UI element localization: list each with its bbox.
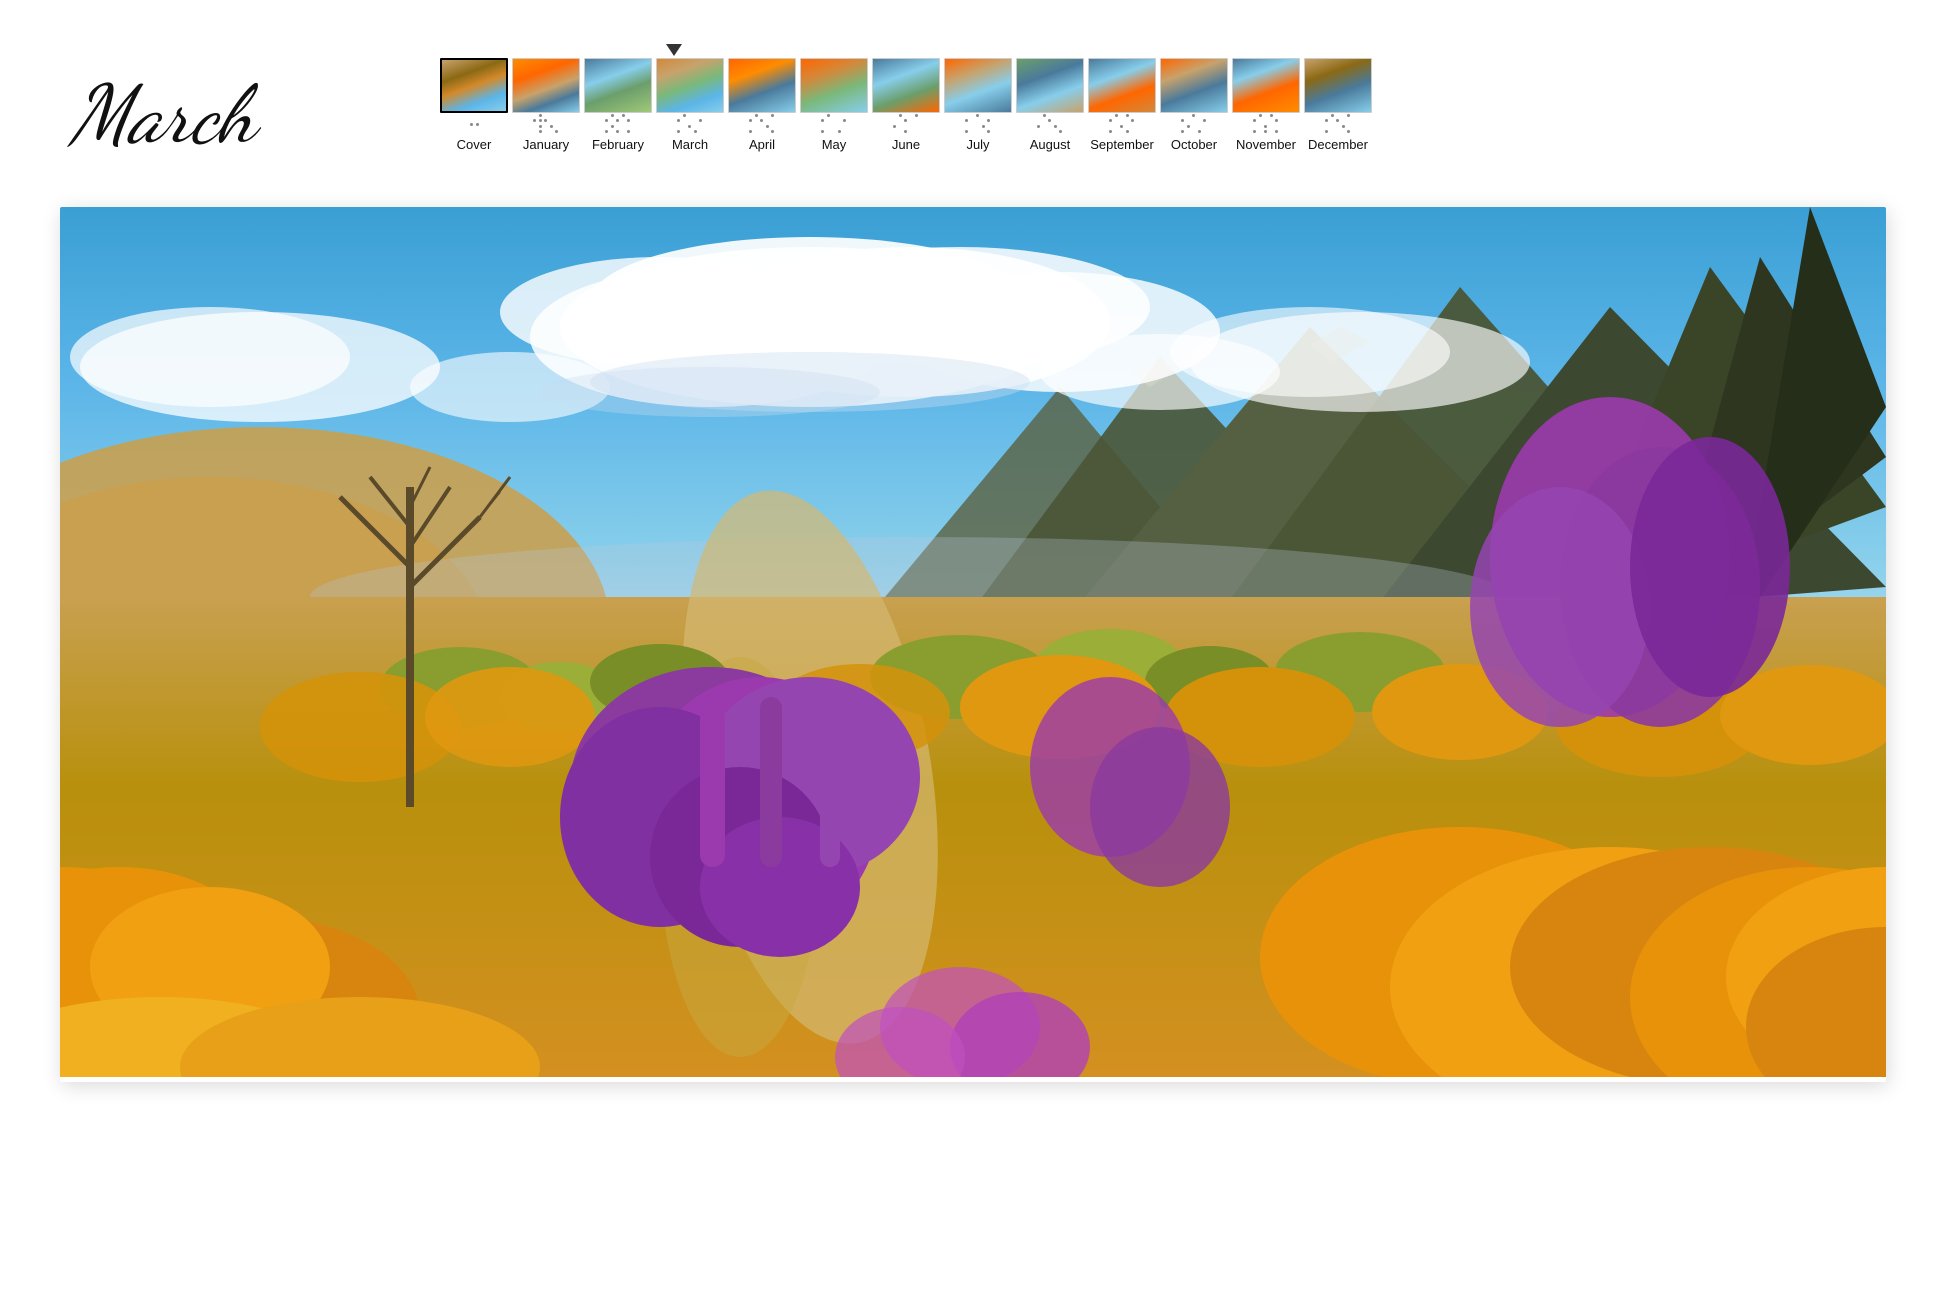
thumb-cover[interactable]: Cover bbox=[440, 58, 508, 152]
thumb-june-label: June bbox=[892, 137, 920, 152]
thumb-october-img bbox=[1160, 58, 1228, 113]
thumb-january-label: January bbox=[523, 137, 569, 152]
selected-month-indicator bbox=[440, 40, 1886, 58]
thumbnail-strip: Cover January bbox=[440, 40, 1886, 152]
thumb-may[interactable]: May bbox=[800, 58, 868, 152]
thumb-april-dots bbox=[749, 113, 775, 135]
thumb-august-img bbox=[1016, 58, 1084, 113]
thumb-cover-img bbox=[440, 58, 508, 113]
thumb-october-label: October bbox=[1171, 137, 1217, 152]
thumb-november-label: November bbox=[1236, 137, 1296, 152]
thumb-december-label: December bbox=[1308, 137, 1368, 152]
thumb-may-label: May bbox=[822, 137, 847, 152]
thumb-march-dots bbox=[677, 113, 703, 135]
thumb-april-img bbox=[728, 58, 796, 113]
thumb-june-img bbox=[872, 58, 940, 113]
thumb-january-img bbox=[512, 58, 580, 113]
top-area: March bbox=[60, 40, 1886, 177]
thumb-december-dots bbox=[1325, 113, 1351, 135]
thumb-february-label: February bbox=[592, 137, 644, 152]
thumb-october[interactable]: October bbox=[1160, 58, 1228, 152]
thumb-march-label: March bbox=[672, 137, 708, 152]
thumb-september[interactable]: September bbox=[1088, 58, 1156, 152]
thumb-november[interactable]: November bbox=[1232, 58, 1300, 152]
thumb-december[interactable]: December bbox=[1304, 58, 1372, 152]
main-image bbox=[60, 207, 1886, 1077]
thumbnails-row: Cover January bbox=[440, 58, 1372, 152]
thumb-may-img bbox=[800, 58, 868, 113]
thumb-march-img bbox=[656, 58, 724, 113]
month-title-text: March bbox=[66, 67, 262, 160]
arrow-down-icon bbox=[666, 44, 682, 56]
thumb-july-label: July bbox=[966, 137, 989, 152]
thumb-august-dots bbox=[1037, 113, 1063, 135]
thumb-february-dots bbox=[605, 113, 631, 135]
thumb-may-dots bbox=[821, 113, 847, 135]
thumb-june[interactable]: June bbox=[872, 58, 940, 152]
thumb-january-dots bbox=[533, 113, 559, 135]
page-container: March bbox=[0, 0, 1946, 1297]
thumb-july-img bbox=[944, 58, 1012, 113]
thumb-november-img bbox=[1232, 58, 1300, 113]
thumb-february[interactable]: February bbox=[584, 58, 652, 152]
thumb-february-img bbox=[584, 58, 652, 113]
thumb-july-dots bbox=[965, 113, 991, 135]
thumb-march[interactable]: March bbox=[656, 58, 724, 152]
thumb-october-dots bbox=[1181, 113, 1207, 135]
thumb-august-label: August bbox=[1030, 137, 1070, 152]
thumb-april-label: April bbox=[749, 137, 775, 152]
thumb-june-dots bbox=[893, 113, 919, 135]
thumb-cover-label: Cover bbox=[457, 137, 492, 152]
month-title: March bbox=[60, 40, 380, 177]
thumb-august[interactable]: August bbox=[1016, 58, 1084, 152]
main-image-container bbox=[60, 207, 1886, 1082]
thumb-september-dots bbox=[1109, 113, 1135, 135]
thumb-september-label: September bbox=[1090, 137, 1154, 152]
thumb-cover-dots bbox=[470, 113, 479, 135]
thumb-september-img bbox=[1088, 58, 1156, 113]
thumb-january[interactable]: January bbox=[512, 58, 580, 152]
thumb-november-dots bbox=[1253, 113, 1279, 135]
thumb-december-img bbox=[1304, 58, 1372, 113]
thumb-april[interactable]: April bbox=[728, 58, 796, 152]
thumb-july[interactable]: July bbox=[944, 58, 1012, 152]
